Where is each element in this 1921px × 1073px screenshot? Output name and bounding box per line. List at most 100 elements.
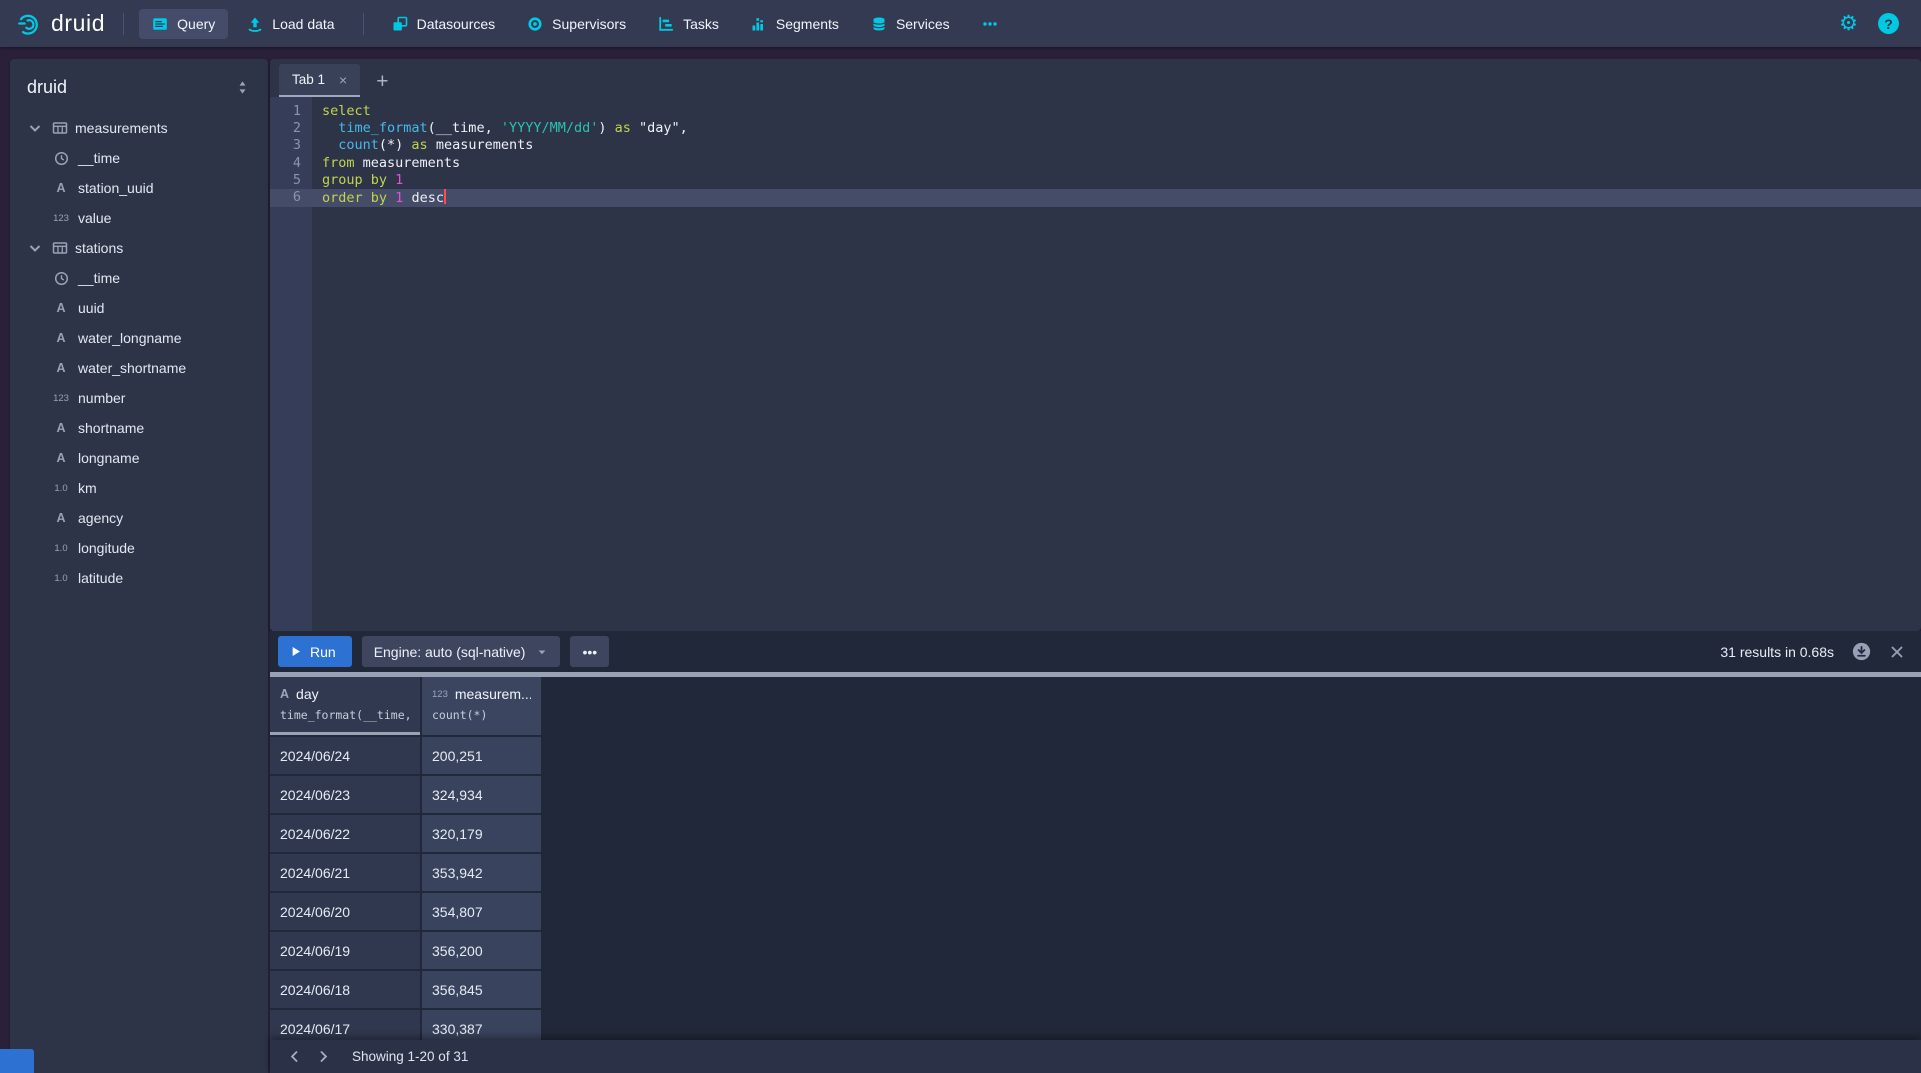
clock-icon [51,151,71,166]
tree-label: agency [78,510,123,526]
sql-editor[interactable]: 1 select 2 time_format(__time, 'YYYY/MM/… [270,97,1921,631]
cell-count[interactable]: 200,251 [422,737,541,774]
results-table: Aday time_format(__time, … 123measurem..… [270,677,1921,1040]
nav-item-services[interactable]: Services [858,9,963,39]
string-type-icon: A [51,511,71,525]
column-header-day[interactable]: Aday time_format(__time, … [270,677,420,735]
double-caret-vertical-icon[interactable] [235,80,250,95]
cell-day[interactable]: 2024/06/20 [270,893,420,930]
navbar-divider [363,13,364,35]
tree-label: longname [78,450,140,466]
cell-day[interactable]: 2024/06/19 [270,932,420,969]
tree-table-stations[interactable]: stations [10,233,268,263]
nav-item-query[interactable]: Query [139,9,228,39]
run-button[interactable]: Run [278,636,352,667]
druid-logo[interactable]: druid [16,10,105,37]
cell-count[interactable]: 330,387 [422,1010,541,1040]
tree-column-time[interactable]: __time [10,263,268,293]
code-line-4[interactable]: 4 from measurements [270,155,1921,172]
nav-item-supervisors[interactable]: Supervisors [514,9,639,39]
next-page-button[interactable] [309,1046,338,1067]
pagination-status: Showing 1-20 of 31 [352,1049,468,1064]
tree-column-uuid[interactable]: A uuid [10,293,268,323]
cell-count[interactable]: 356,200 [422,932,541,969]
tree-column-water-shortname[interactable]: A water_shortname [10,353,268,383]
download-results-button[interactable] [1852,642,1871,661]
sql-token [387,190,395,206]
results-header: Aday time_format(__time, … 123measurem..… [270,677,1921,735]
cell-day[interactable]: 2024/06/18 [270,971,420,1008]
chevron-down-icon [25,240,45,256]
chevron-right-icon [317,1050,330,1063]
clock-icon [51,271,71,286]
tree-column-station-uuid[interactable]: A station_uuid [10,173,268,203]
close-results-button[interactable] [1889,644,1905,660]
tree-column-agency[interactable]: A agency [10,503,268,533]
tree-table-measurements[interactable]: measurements [10,113,268,143]
tree-column-longitude[interactable]: 1.0 longitude [10,533,268,563]
number-type-icon: 123 [432,689,448,700]
cell-day[interactable]: 2024/06/21 [270,854,420,891]
tree-column-water-longname[interactable]: A water_longname [10,323,268,353]
nav-item-label: Services [896,16,950,32]
nav-item-segments[interactable]: Segments [738,9,852,39]
nav-item-datasources[interactable]: Datasources [379,9,509,39]
tree-column-km[interactable]: 1.0 km [10,473,268,503]
tree-column-longname[interactable]: A longname [10,443,268,473]
nav-item-tasks[interactable]: Tasks [645,9,732,39]
column-header-measurements[interactable]: 123measurem... count(*) [422,677,541,735]
code-text: select [312,103,371,120]
nav-more-button[interactable] [969,9,1011,39]
cell-day[interactable]: 2024/06/17 [270,1010,420,1040]
cell-count[interactable]: 324,934 [422,776,541,813]
bar-chart-icon [751,16,767,32]
cell-day[interactable]: 2024/06/22 [270,815,420,852]
table-icon [50,240,70,256]
download-icon [1852,642,1871,661]
tab-close-icon[interactable]: × [339,73,347,87]
nav-item-label: Load data [272,16,334,32]
table-row: 2024/06/24 200,251 [270,737,1921,774]
tree-label: latitude [78,570,123,586]
prev-page-button[interactable] [280,1046,309,1067]
tab-1[interactable]: Tab 1 × [279,64,360,97]
cell-day[interactable]: 2024/06/24 [270,737,420,774]
settings-gear-icon[interactable]: ⚙ [1839,13,1858,34]
number-type-icon: 123 [51,393,71,404]
code-line-3[interactable]: 3 count(*) as measurements [270,137,1921,154]
number-type-icon: 123 [51,213,71,224]
nav-item-label: Tasks [683,16,719,32]
cell-count[interactable]: 354,807 [422,893,541,930]
table-row: 2024/06/19 356,200 [270,932,1921,969]
code-line-2[interactable]: 2 time_format(__time, 'YYYY/MM/dd') as "… [270,120,1921,137]
cell-day[interactable]: 2024/06/23 [270,776,420,813]
help-icon[interactable]: ? [1878,13,1899,34]
engine-select-button[interactable]: Engine: auto (sql-native) [362,636,561,667]
tree-label: shortname [78,420,144,436]
code-line-1[interactable]: 1 select [270,103,1921,120]
tree-column-shortname[interactable]: A shortname [10,413,268,443]
bottom-left-button[interactable] [0,1049,34,1073]
sql-token: (__time, [428,120,501,136]
nav-item-load-data[interactable]: Load data [234,9,347,39]
schema-name: druid [27,77,67,98]
play-icon [289,645,302,658]
new-tab-button[interactable]: + [376,71,388,92]
query-more-button[interactable]: ••• [570,636,609,667]
tree-column-latitude[interactable]: 1.0 latitude [10,563,268,593]
tree-label: km [78,480,97,496]
code-line-5[interactable]: 5 group by 1 [270,172,1921,189]
code-line-6-active[interactable]: 6 order by 1 desc [270,189,1921,207]
sql-token: measurements [428,137,534,153]
gantt-icon [658,16,674,32]
code-text: order by 1 desc [312,189,446,207]
chevron-left-icon [288,1050,301,1063]
cell-count[interactable]: 356,845 [422,971,541,1008]
line-number: 6 [270,189,312,207]
cell-count[interactable]: 353,942 [422,854,541,891]
sql-token: time_format [338,120,427,136]
tree-column-number[interactable]: 123 number [10,383,268,413]
tree-column-time[interactable]: __time [10,143,268,173]
tree-column-value[interactable]: 123 value [10,203,268,233]
cell-count[interactable]: 320,179 [422,815,541,852]
